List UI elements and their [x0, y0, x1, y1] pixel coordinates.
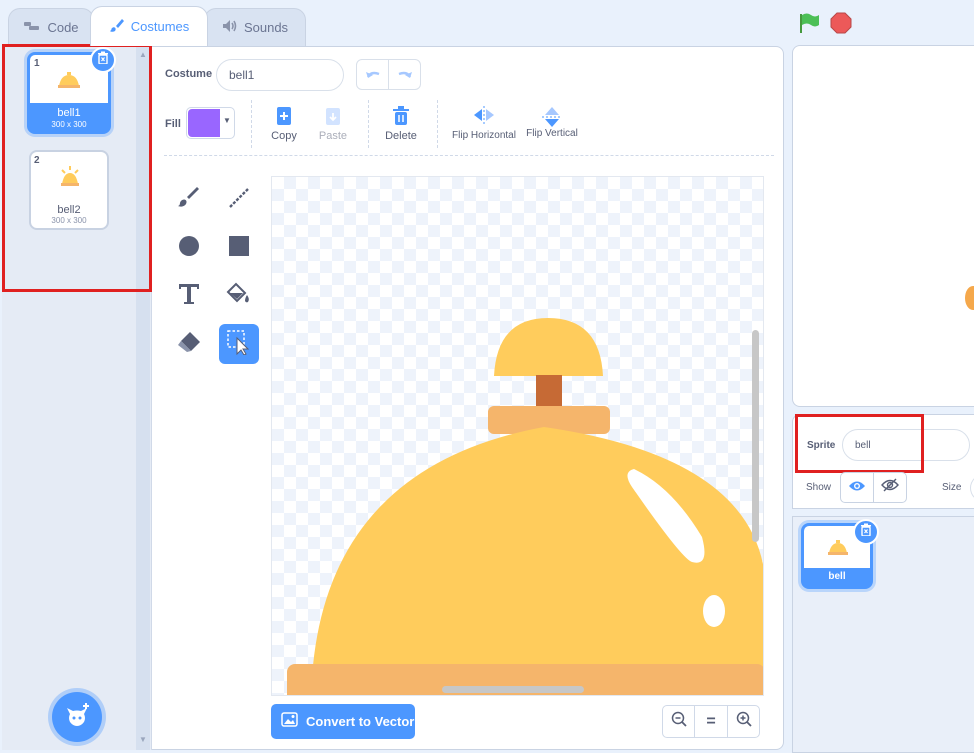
redo-icon — [397, 66, 413, 84]
green-flag-icon — [798, 13, 820, 38]
rectangle-tool[interactable] — [219, 228, 259, 268]
paste-icon — [314, 106, 352, 126]
bell-drawing — [287, 318, 763, 695]
delete-label: Delete — [385, 130, 417, 142]
zoom-out-button[interactable] — [662, 705, 695, 738]
flip-horizontal-label: Flip Horizontal — [452, 130, 516, 141]
scroll-down-arrow-icon: ▼ — [139, 735, 147, 744]
brush-tool[interactable] — [169, 180, 209, 220]
circle-icon — [178, 235, 200, 262]
fill-color-picker[interactable]: ▼ — [186, 107, 235, 139]
eye-icon — [848, 479, 866, 497]
toolbar-divider — [164, 155, 774, 156]
select-arrow-icon — [226, 329, 252, 360]
copy-label: Copy — [271, 130, 297, 142]
delete-button[interactable]: Delete — [382, 106, 420, 142]
select-tool[interactable] — [219, 324, 259, 364]
eraser-tool[interactable] — [169, 324, 209, 364]
redo-button[interactable] — [388, 59, 421, 90]
zoom-in-button[interactable] — [727, 705, 760, 738]
flip-vertical-button[interactable]: Flip Vertical — [523, 106, 581, 139]
undo-button[interactable] — [356, 59, 389, 90]
stop-button[interactable] — [830, 12, 852, 39]
eraser-icon — [177, 331, 201, 358]
convert-to-vector-button[interactable]: Convert to Vector — [271, 704, 415, 739]
tab-sounds[interactable]: Sounds — [204, 8, 306, 46]
bell-sprite-thumbnail — [828, 540, 848, 560]
image-icon — [281, 711, 298, 732]
costume-name-input[interactable] — [216, 59, 344, 91]
paste-label: Paste — [318, 130, 348, 142]
brush-icon — [177, 186, 201, 214]
paint-canvas[interactable] — [271, 176, 764, 696]
line-icon — [228, 187, 250, 214]
green-flag-button[interactable] — [798, 12, 820, 39]
eye-slash-icon — [881, 478, 899, 497]
copy-button[interactable]: Copy — [266, 106, 302, 142]
canvas-horizontal-scrollbar[interactable] — [442, 686, 584, 693]
zoom-reset-label: = — [706, 712, 716, 730]
paste-button[interactable]: Paste — [314, 106, 352, 142]
highlight-box-costume-list — [2, 44, 152, 292]
trash-icon — [860, 523, 872, 541]
delete-sprite-button[interactable] — [853, 519, 879, 545]
tab-code[interactable]: Code — [8, 8, 94, 46]
code-icon — [23, 20, 41, 35]
choose-costume-button[interactable] — [52, 692, 102, 742]
undo-icon — [365, 66, 381, 84]
sprite-item-name: bell — [828, 571, 846, 582]
flip-horizontal-button[interactable]: Flip Horizontal — [449, 106, 519, 141]
highlight-box-sprite-name — [795, 414, 924, 473]
costume-name-label: Costume — [165, 68, 213, 80]
circle-tool[interactable] — [169, 228, 209, 268]
speaker-icon — [222, 19, 238, 36]
fill-tool[interactable] — [219, 276, 259, 316]
show-hidden-button[interactable] — [873, 472, 907, 503]
flip-vertical-label: Flip Vertical — [526, 128, 578, 139]
cat-plus-icon — [63, 702, 91, 733]
tab-costumes-label: Costumes — [130, 19, 190, 34]
convert-label: Convert to Vector — [306, 714, 415, 729]
trash-icon — [382, 106, 420, 126]
fill-color-swatch — [188, 109, 220, 137]
stage-sprite-bell[interactable] — [965, 286, 974, 310]
size-label: Size — [942, 482, 962, 493]
rectangle-icon — [229, 235, 249, 261]
line-tool[interactable] — [219, 180, 259, 220]
zoom-reset-button[interactable]: = — [694, 705, 728, 738]
show-visible-button[interactable] — [840, 472, 874, 503]
paint-bucket-icon — [226, 282, 252, 311]
paintbrush-icon — [109, 17, 125, 36]
tab-code-label: Code — [47, 20, 79, 35]
flip-horizontal-icon — [449, 106, 519, 126]
tab-costumes[interactable]: Costumes — [90, 6, 208, 46]
fill-label: Fill — [165, 118, 181, 130]
stop-icon — [830, 12, 852, 38]
tab-sounds-label: Sounds — [243, 20, 289, 35]
flip-vertical-icon — [523, 106, 581, 127]
zoom-out-icon — [671, 711, 687, 732]
show-label: Show — [806, 482, 832, 493]
stage[interactable] — [792, 45, 974, 407]
dropdown-caret-icon: ▼ — [223, 116, 231, 125]
zoom-in-icon — [736, 711, 752, 732]
text-icon — [178, 283, 200, 310]
text-tool[interactable] — [169, 276, 209, 316]
copy-icon — [266, 106, 302, 126]
canvas-vertical-scrollbar[interactable] — [752, 330, 759, 542]
